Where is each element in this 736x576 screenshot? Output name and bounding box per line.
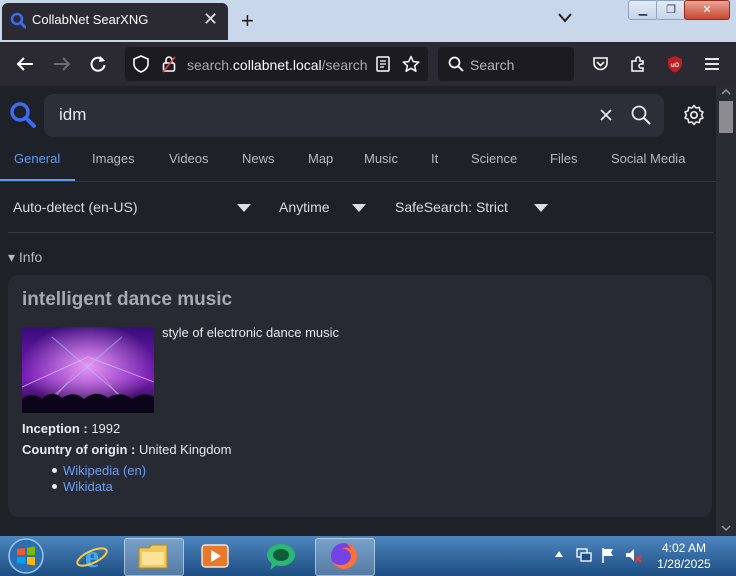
- infobox-attribute-country: Country of origin : United Kingdom: [22, 442, 232, 457]
- tab-science[interactable]: Science: [471, 151, 517, 166]
- tab-title: CollabNet SearXNG: [32, 12, 149, 27]
- media-player-icon[interactable]: [199, 541, 231, 571]
- language-dropdown-icon[interactable]: [237, 204, 251, 212]
- tab-social-media[interactable]: Social Media: [611, 151, 685, 166]
- time-range-select[interactable]: Anytime: [279, 199, 330, 215]
- clock-date[interactable]: 1/28/2025: [644, 557, 724, 571]
- start-button[interactable]: [6, 537, 46, 575]
- search-submit-icon[interactable]: [631, 105, 651, 125]
- forward-arrow-icon[interactable]: [53, 56, 71, 72]
- svg-text:e: e: [85, 539, 99, 573]
- scroll-up-icon[interactable]: [720, 88, 732, 96]
- tab-files[interactable]: Files: [550, 151, 577, 166]
- bookmark-star-icon[interactable]: [402, 55, 420, 73]
- action-center-flag-icon[interactable]: [600, 546, 616, 564]
- active-tab-indicator: [0, 179, 75, 181]
- wikipedia-link[interactable]: Wikipedia (en): [63, 463, 146, 478]
- infobox-image: [22, 327, 154, 413]
- list-bullet: [52, 468, 57, 473]
- searxng-logo-icon[interactable]: [9, 101, 37, 129]
- tab-images[interactable]: Images: [92, 151, 135, 166]
- tab-it[interactable]: It: [431, 151, 438, 166]
- scroll-down-icon[interactable]: [720, 524, 732, 532]
- extensions-icon[interactable]: [629, 55, 647, 73]
- searxng-favicon-icon: [10, 12, 26, 29]
- search-input[interactable]: [44, 94, 664, 137]
- reader-view-icon[interactable]: [376, 56, 390, 72]
- tab-videos[interactable]: Videos: [169, 151, 209, 166]
- network-icon[interactable]: [575, 547, 593, 563]
- search-icon: [448, 56, 464, 72]
- list-bullet: [52, 484, 57, 489]
- tab-general[interactable]: General: [14, 151, 60, 166]
- lock-icon[interactable]: [162, 55, 176, 73]
- folder-icon: [138, 544, 168, 569]
- ublock-origin-icon[interactable]: uO: [666, 55, 684, 73]
- window-close-button[interactable]: ✕: [684, 0, 730, 20]
- scrollbar-thumb[interactable]: [719, 101, 733, 133]
- language-select[interactable]: Auto-detect (en-US): [13, 199, 138, 215]
- svg-text:uO: uO: [671, 63, 680, 69]
- filter-divider: [8, 232, 713, 233]
- internet-explorer-icon[interactable]: e: [74, 539, 110, 573]
- minimize-button[interactable]: ▁: [628, 0, 658, 20]
- clock-time[interactable]: 4:02 AM: [644, 541, 724, 555]
- infobox-title: intelligent dance music: [22, 289, 233, 310]
- time-dropdown-icon[interactable]: [352, 204, 366, 212]
- shield-icon[interactable]: [133, 55, 149, 73]
- chat-app-icon[interactable]: [264, 540, 298, 572]
- url-text[interactable]: search.collabnet.local/search: [187, 57, 368, 73]
- tab-news[interactable]: News: [242, 151, 275, 166]
- tab-music[interactable]: Music: [364, 151, 398, 166]
- menu-hamburger-icon[interactable]: [704, 57, 720, 71]
- tab-map[interactable]: Map: [308, 151, 333, 166]
- infobox-description: style of electronic dance music: [162, 325, 340, 340]
- pocket-icon[interactable]: [592, 56, 609, 72]
- reload-icon[interactable]: [89, 55, 107, 73]
- new-tab-button[interactable]: +: [241, 8, 254, 34]
- preferences-gear-icon[interactable]: [683, 104, 705, 126]
- search-query[interactable]: idm: [59, 105, 86, 125]
- firefox-icon: [331, 543, 357, 569]
- volume-muted-icon[interactable]: [624, 546, 642, 564]
- wikidata-link[interactable]: Wikidata: [63, 479, 113, 494]
- infobox-attribute-inception: Inception : 1992: [22, 421, 121, 436]
- page-scrollbar[interactable]: [716, 86, 736, 536]
- browser-search-placeholder: Search: [470, 57, 515, 73]
- chevron-down-icon[interactable]: [557, 11, 573, 25]
- show-hidden-icons-icon[interactable]: [554, 550, 564, 558]
- tab-close-icon[interactable]: ✕: [203, 9, 218, 30]
- info-section-toggle[interactable]: ▾ Info: [8, 249, 42, 266]
- maximize-button[interactable]: ❐: [656, 0, 686, 20]
- safesearch-select[interactable]: SafeSearch: Strict: [395, 199, 508, 215]
- safesearch-dropdown-icon[interactable]: [534, 204, 548, 212]
- back-arrow-icon[interactable]: [16, 56, 34, 72]
- clear-search-icon[interactable]: [599, 108, 613, 122]
